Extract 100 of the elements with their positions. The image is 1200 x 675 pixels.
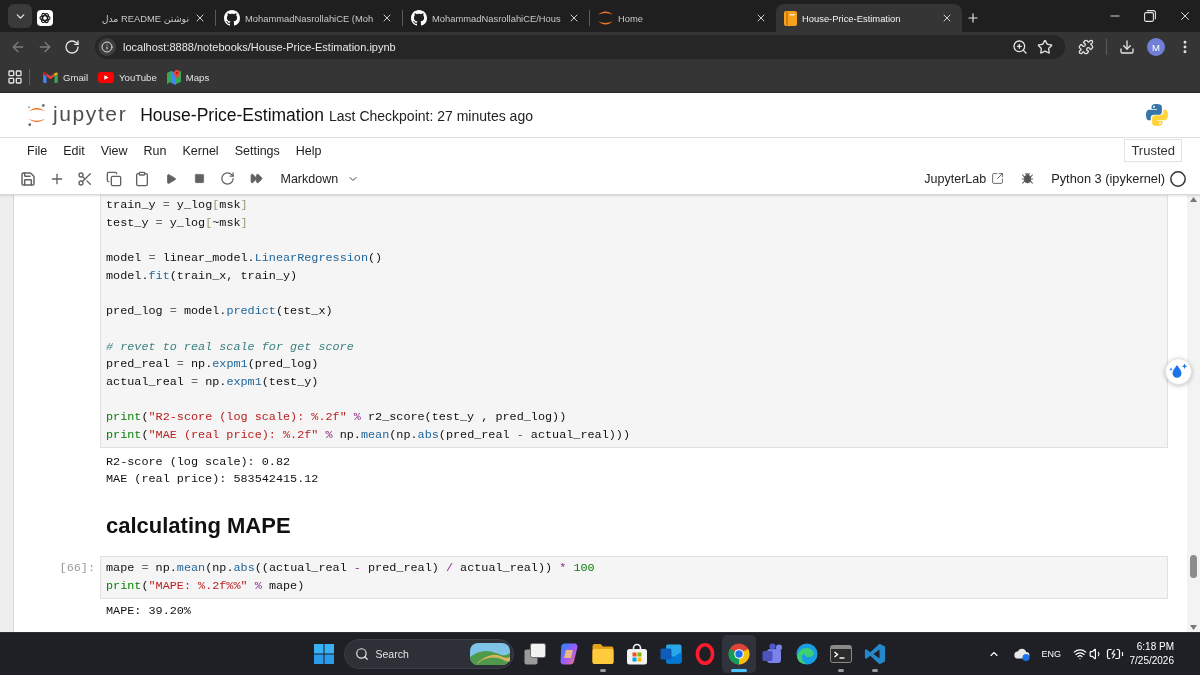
menu-item[interactable]: Kernel: [174, 141, 227, 160]
restore-icon[interactable]: [1144, 10, 1156, 22]
stacked-tiles-icon[interactable]: [659, 643, 682, 665]
two-snakes-icon: [1146, 104, 1168, 126]
copy-icon[interactable]: [105, 170, 122, 187]
browser-tab[interactable]: Home: [590, 4, 776, 32]
angle-bracket-icon[interactable]: [863, 643, 886, 665]
address-bar[interactable]: localhost:8888/notebooks/House-Price-Estimation.ipynb: [95, 35, 1065, 59]
close-icon[interactable]: [941, 12, 953, 24]
refresh-icon[interactable]: [220, 171, 235, 186]
ring-icon[interactable]: [693, 643, 716, 665]
jupyterlab-link[interactable]: JupyterLab: [924, 171, 1005, 186]
shopping-bag-icon[interactable]: [625, 643, 648, 665]
close-icon[interactable]: [194, 12, 206, 24]
browser-tab[interactable]: MohammadNasrollahiCE/Hous: [403, 4, 589, 32]
up-triangle-icon[interactable]: [1190, 197, 1197, 202]
output-line: MAPE: 39.20%: [106, 603, 191, 621]
scissors-icon[interactable]: [77, 170, 93, 187]
code-line: test_y = y_log[~msk]: [106, 214, 248, 232]
wave-circle-icon[interactable]: [795, 643, 818, 665]
code-line: print("MAPE: %.2f%%" % mape): [106, 577, 305, 595]
people-icon[interactable]: [761, 643, 784, 665]
landscape-icon: [469, 643, 510, 665]
bookmark-link[interactable]: Maps: [162, 66, 214, 88]
close-icon[interactable]: [568, 12, 580, 24]
star-icon[interactable]: [1037, 39, 1053, 55]
book-icon: [784, 10, 797, 26]
close-icon[interactable]: [755, 12, 767, 24]
cloud-icon[interactable]: [1014, 647, 1031, 661]
menu-item[interactable]: Run: [135, 141, 175, 160]
clock-button[interactable]: 6:18 PM 7/25/2026: [1127, 640, 1174, 668]
kernel-name[interactable]: Python 3 (ipykernel): [1051, 171, 1165, 186]
browser-tab[interactable]: نوشتن README مدل: [58, 4, 215, 32]
browser-tab[interactable]: MohammadNasrollahiCE (Moh: [216, 4, 402, 32]
menu-item[interactable]: Help: [287, 141, 330, 160]
apps-grid-icon[interactable]: [7, 69, 23, 85]
code-line: actual_real = np.expm1(test_y): [106, 374, 319, 391]
code-line: print("R2-score (log scale): %.2f" % r2_score(test_y , pred_log)): [106, 409, 567, 427]
code-line: model.fit(train_x, train_y): [106, 267, 298, 285]
menu-item[interactable]: Edit: [55, 141, 93, 160]
code-cell[interactable]: [100, 195, 1168, 448]
orbit-logo-icon[interactable]: [27, 104, 46, 126]
map-pin-icon: [166, 69, 181, 85]
save-icon[interactable]: [20, 170, 36, 187]
bug-icon[interactable]: [1021, 172, 1035, 185]
site-info-button[interactable]: [98, 38, 116, 56]
cell-prompt: [66]:: [59, 560, 95, 578]
tab-list-button[interactable]: [8, 4, 32, 28]
wifi-icon[interactable]: [1073, 647, 1087, 661]
segmented-circle-icon[interactable]: [727, 643, 750, 665]
orbit-icon: [598, 11, 613, 25]
plus-icon[interactable]: [966, 11, 980, 25]
menu-item[interactable]: View: [92, 141, 136, 160]
taskbar-button[interactable]: [721, 635, 756, 673]
scrollbar-thumb[interactable]: [1190, 555, 1197, 578]
four-squares-icon[interactable]: [313, 644, 334, 664]
cell-type-dropdown[interactable]: Markdown: [280, 171, 360, 186]
search-input[interactable]: Search: [375, 645, 463, 663]
menu-item[interactable]: Settings: [226, 141, 288, 160]
code-line: pred_real = np.expm1(pred_log): [106, 356, 319, 374]
code-line: pred_log = model.predict(test_x): [106, 303, 333, 321]
close-icon[interactable]: [1178, 9, 1192, 23]
code-line: train_y = y_log[msk]: [106, 197, 248, 214]
bookmark-link[interactable]: Gmail: [39, 68, 93, 86]
code-line: # revet to real scale for get score: [106, 338, 354, 356]
cat-silhouette-icon: [411, 10, 427, 26]
folder-icon[interactable]: [591, 643, 614, 665]
notebook-title[interactable]: House-Price-Estimation: [140, 104, 325, 126]
checkpoint-status: Last Checkpoint: 27 minutes ago: [329, 107, 533, 124]
menu-item[interactable]: File: [19, 141, 56, 160]
close-icon[interactable]: [381, 12, 393, 24]
code-line: mape = np.mean(np.abs((actual_real - pred_real) / actual_real)) * 100: [106, 560, 595, 578]
zoom-icon[interactable]: [1012, 39, 1028, 55]
code-line: print("MAE (real price): %.2f" % np.mean(np.abs(pred_real - actual_real))): [106, 427, 630, 445]
search-field[interactable]: Search: [343, 639, 514, 669]
code-line: model = linear_model.LinearRegression(): [106, 250, 383, 268]
clipboard-icon[interactable]: [134, 170, 150, 187]
output-line: MAE (real price): 583542415.12: [106, 471, 319, 489]
logo-text: jupyter: [53, 102, 128, 124]
video-play-icon: [98, 71, 115, 83]
puzzle-icon[interactable]: [1078, 39, 1094, 55]
terminal-icon[interactable]: [829, 643, 852, 665]
language-indicator[interactable]: ENG: [1041, 649, 1061, 659]
bookmark-link[interactable]: YouTube: [94, 68, 161, 86]
down-triangle-icon[interactable]: [1190, 625, 1197, 630]
browser-tab[interactable]: House-Price-Estimation: [776, 4, 962, 32]
search-icon: [354, 647, 369, 661]
reload-icon[interactable]: [64, 39, 80, 55]
envelope-icon: [43, 71, 58, 83]
play-icon[interactable]: [164, 172, 177, 185]
profile-avatar[interactable]: M: [1147, 38, 1165, 56]
knot-icon: [37, 10, 53, 26]
trusted-button[interactable]: Trusted: [1124, 139, 1182, 162]
download-icon[interactable]: [1119, 39, 1135, 55]
code-cell[interactable]: mape = np.mean(np.abs((actual_real - pred_real) / actual_real)) * 100 print("MAPE: %.2f%%" % mape): [100, 556, 1168, 599]
url-text: localhost:8888/notebooks/House-Price-Estimation.ipynb: [123, 41, 396, 53]
stop-icon[interactable]: [193, 173, 205, 184]
fast-forward-icon[interactable]: [249, 172, 263, 185]
droplet-sparkle-icon[interactable]: [1165, 358, 1192, 385]
overlapping-windows-icon[interactable]: [523, 643, 546, 665]
